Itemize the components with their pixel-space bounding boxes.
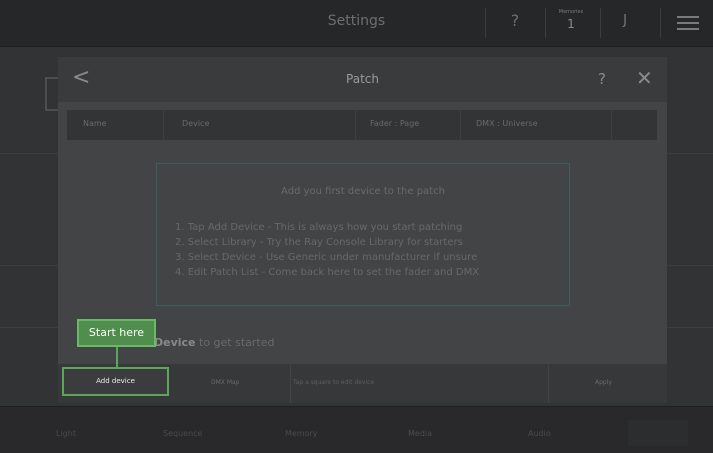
dmx-map-button[interactable]: DMX Map (211, 379, 239, 386)
patch-table-header: Name Device Fader : Page DMX : Universe (67, 110, 657, 140)
page-title: Settings (327, 13, 386, 29)
hint-step: 3. Select Device - Use Generic under man… (175, 252, 478, 263)
hint-step: 2. Select Library - Try the Ray Console … (175, 237, 463, 248)
memories-label: Memories (558, 9, 584, 15)
memories-value: 1 (567, 17, 575, 31)
divider (460, 110, 461, 140)
divider (611, 110, 612, 140)
divider (290, 364, 291, 403)
user-button[interactable]: J (613, 13, 637, 28)
bottom-nav: Light Sequence Memory Media Audio (0, 406, 713, 453)
get-started-text: Device to get started (154, 336, 274, 349)
apply-button[interactable]: Apply (595, 379, 612, 386)
close-icon[interactable]: ✕ (636, 66, 653, 90)
divider (545, 8, 546, 38)
modal-header: < Patch ? ✕ (58, 57, 667, 102)
modal-title: Patch (346, 72, 379, 86)
callout-connector (116, 347, 118, 367)
nav-item-sequence[interactable]: Sequence (163, 429, 202, 438)
divider (355, 110, 356, 140)
help-button[interactable]: ? (500, 11, 530, 30)
divider (600, 8, 601, 38)
top-bar: Settings ? Memories 1 J (0, 0, 713, 47)
onboarding-hint-box: Add you first device to the patch 1. Tap… (156, 163, 570, 306)
memories-button[interactable]: Memories 1 (548, 6, 594, 40)
divider (660, 8, 661, 38)
start-here-callout: Start here (77, 319, 156, 347)
column-header-fader-page: Fader : Page (370, 119, 420, 128)
hamburger-menu-icon[interactable] (677, 16, 699, 30)
patch-modal: < Patch ? ✕ Name Device Fader : Page DMX… (58, 57, 667, 403)
hint-title: Add you first device to the patch (281, 186, 445, 197)
divider (485, 8, 486, 38)
hint-step: 1. Tap Add Device - This is always how y… (175, 222, 463, 233)
column-header-dmx-universe: DMX : Universe (476, 119, 538, 128)
nav-item-media[interactable]: Media (408, 429, 432, 438)
nav-item-memory[interactable]: Memory (285, 429, 318, 438)
column-header-name: Name (83, 119, 107, 128)
tap-hint-text: Tap a square to edit device (293, 379, 375, 386)
divider (548, 364, 549, 403)
hint-step: 4. Edit Patch List - Come back here to s… (175, 267, 480, 278)
nav-item-light[interactable]: Light (56, 429, 76, 438)
modal-help-button[interactable]: ? (598, 70, 606, 88)
get-started-bold: Device (154, 336, 196, 349)
get-started-rest: to get started (195, 336, 275, 349)
nav-item-audio[interactable]: Audio (528, 429, 551, 438)
add-device-button[interactable]: Add device (62, 367, 169, 396)
column-header-device: Device (182, 119, 210, 128)
nav-active-indicator (628, 420, 688, 446)
divider (163, 110, 164, 140)
